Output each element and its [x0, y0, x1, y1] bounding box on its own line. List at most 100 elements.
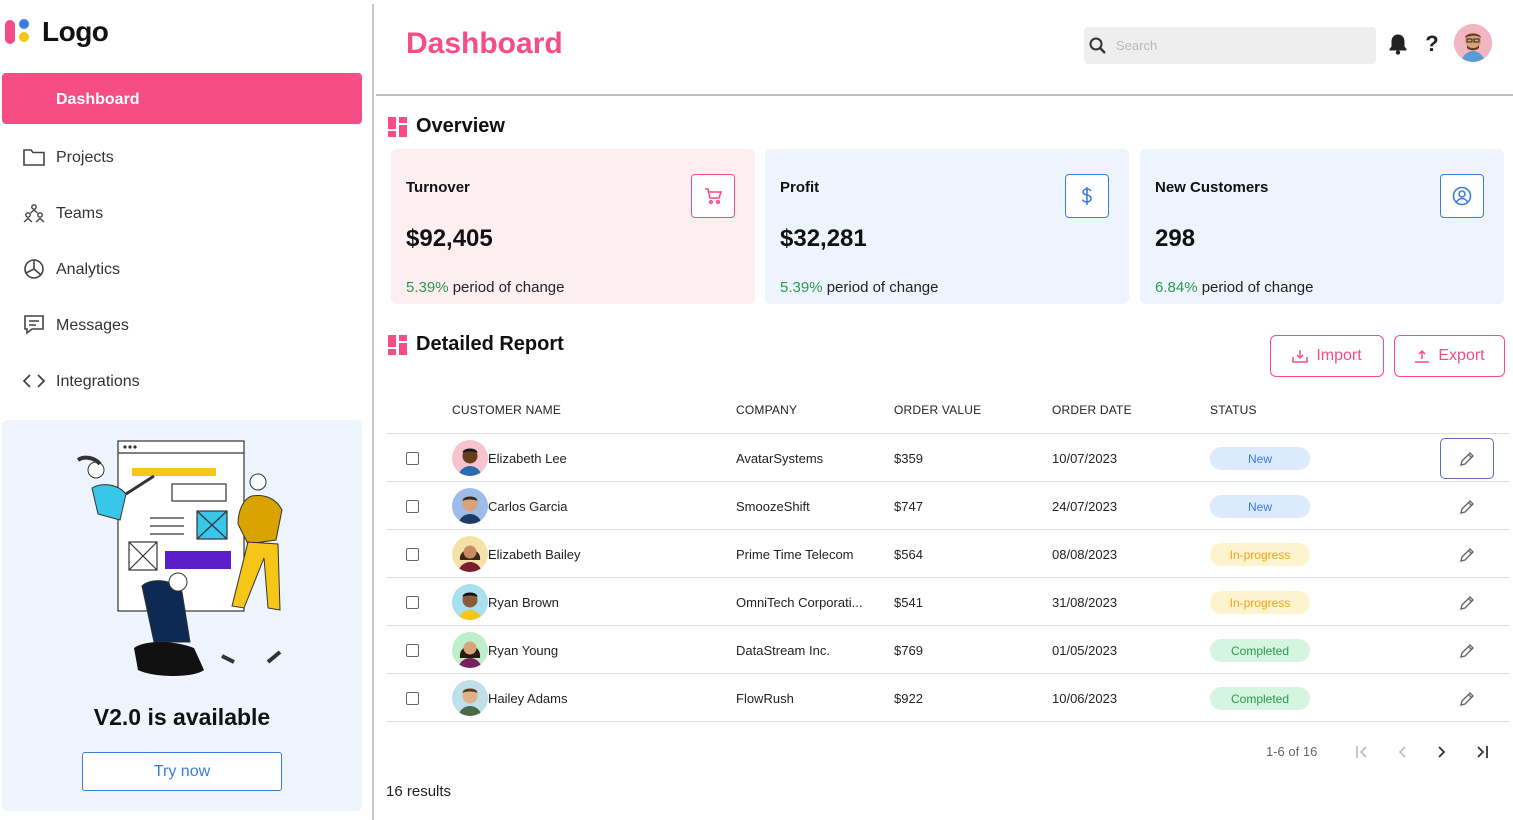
dashboard-grid-icon: [388, 116, 407, 137]
customer-name: Ryan Young: [488, 643, 559, 658]
previous-page-icon[interactable]: [1392, 742, 1412, 762]
search-icon: [1088, 36, 1108, 56]
order-value: $922: [894, 691, 923, 706]
card-value: $92,405: [406, 225, 493, 252]
company: Prime Time Telecom: [736, 547, 854, 562]
last-page-icon[interactable]: [1472, 742, 1492, 762]
customer-name: Carlos Garcia: [488, 499, 568, 514]
row-checkbox[interactable]: [406, 452, 419, 465]
edit-icon[interactable]: [1440, 582, 1494, 623]
promo-illustration: [76, 440, 283, 676]
sidebar-item-teams[interactable]: Teams: [2, 185, 362, 241]
logo-mark-icon: [4, 16, 36, 48]
export-icon: [1415, 349, 1430, 363]
search-input[interactable]: [1116, 38, 1366, 53]
report-table: CUSTOMER NAME COMPANY ORDER VALUE ORDER …: [386, 386, 1510, 722]
card-value: $32,281: [780, 225, 867, 252]
first-page-icon[interactable]: [1352, 742, 1372, 762]
row-checkbox[interactable]: [406, 692, 419, 705]
pie-chart-icon: [22, 257, 46, 281]
overview-title: Overview: [416, 115, 505, 137]
page-title: Dashboard: [406, 27, 563, 60]
row-checkbox[interactable]: [406, 596, 419, 609]
user-avatar[interactable]: [1454, 24, 1492, 62]
change-label: period of change: [822, 279, 939, 296]
sidebar-item-analytics[interactable]: Analytics: [2, 241, 362, 297]
status-badge: In-progress: [1210, 591, 1310, 614]
customer-avatar: [452, 632, 488, 668]
teams-icon: [22, 201, 46, 225]
detailed-report-heading: Detailed Report: [388, 333, 564, 356]
customer-avatar: [452, 680, 488, 716]
row-checkbox[interactable]: [406, 548, 419, 561]
user-circle-icon[interactable]: [1440, 174, 1484, 218]
bell-icon[interactable]: [1386, 31, 1410, 57]
order-value: $769: [894, 643, 923, 658]
order-date: 24/07/2023: [1052, 499, 1118, 514]
import-icon: [1292, 350, 1309, 363]
sidebar-item-label: Analytics: [56, 261, 121, 278]
edit-icon[interactable]: [1440, 486, 1494, 527]
change-label: period of change: [448, 279, 565, 296]
customer-avatar: [452, 536, 488, 572]
sidebar-item-label: Messages: [56, 317, 129, 334]
pagination-range: 1-6 of 16: [1266, 744, 1318, 759]
sidebar-item-projects[interactable]: Projects: [2, 129, 362, 185]
edit-icon[interactable]: [1440, 678, 1494, 719]
import-button[interactable]: Import: [1270, 335, 1384, 377]
sidebar-item-dashboard[interactable]: Dashboard: [2, 73, 362, 124]
help-icon[interactable]: ?: [1420, 31, 1444, 57]
company: OmniTech Corporati...: [736, 595, 863, 610]
order-date: 01/05/2023: [1052, 643, 1118, 658]
company: SmoozeShift: [736, 499, 810, 514]
table-row: Ryan Young DataStream Inc. $769 01/05/20…: [386, 626, 1510, 674]
order-value: $359: [894, 451, 923, 466]
column-header[interactable]: STATUS: [1210, 403, 1257, 417]
next-page-icon[interactable]: [1432, 742, 1452, 762]
search-bar[interactable]: [1084, 27, 1376, 64]
logo-text: Logo: [42, 16, 109, 47]
status-badge: Completed: [1210, 639, 1310, 662]
card-title: Profit: [780, 179, 820, 196]
promo-title: V2.0 is available: [93, 704, 271, 730]
column-header[interactable]: CUSTOMER NAME: [452, 403, 561, 417]
edit-icon[interactable]: [1440, 630, 1494, 671]
table-row: Ryan Brown OmniTech Corporati... $541 31…: [386, 578, 1510, 626]
column-header[interactable]: ORDER DATE: [1052, 403, 1132, 417]
status-badge: In-progress: [1210, 543, 1310, 566]
try-now-button[interactable]: Try now: [82, 752, 282, 791]
order-value: $541: [894, 595, 923, 610]
dashboard-grid-icon: [388, 334, 407, 355]
row-checkbox[interactable]: [406, 500, 419, 513]
table-row: Carlos Garcia SmoozeShift $747 24/07/202…: [386, 482, 1510, 530]
sidebar-item-messages[interactable]: Messages: [2, 297, 362, 353]
sidebar-item-integrations[interactable]: Integrations: [2, 353, 362, 409]
customer-name: Hailey Adams: [488, 691, 568, 706]
message-icon: [22, 313, 46, 337]
table-row: Elizabeth Lee AvatarSystems $359 10/07/2…: [386, 434, 1510, 482]
edit-icon[interactable]: [1440, 534, 1494, 575]
change-percent: 6.84%: [1155, 279, 1198, 296]
card-title: Turnover: [406, 179, 470, 196]
order-value: $747: [894, 499, 923, 514]
column-header[interactable]: COMPANY: [736, 403, 797, 417]
sidebar: Logo Dashboard Projects Teams Analytics …: [0, 0, 372, 820]
import-label: Import: [1316, 347, 1362, 364]
sidebar-item-label: Projects: [56, 149, 114, 166]
table-row: Elizabeth Bailey Prime Time Telecom $564…: [386, 530, 1510, 578]
cart-icon[interactable]: [691, 174, 735, 218]
row-checkbox[interactable]: [406, 644, 419, 657]
status-badge: Completed: [1210, 687, 1310, 710]
new-customers-card: New Customers 298 6.84% period of change: [1140, 149, 1504, 304]
edit-icon[interactable]: [1440, 438, 1494, 479]
dollar-icon[interactable]: [1065, 174, 1109, 218]
company: DataStream Inc.: [736, 643, 830, 658]
table-row: Hailey Adams FlowRush $922 10/06/2023 Co…: [386, 674, 1510, 722]
column-header[interactable]: ORDER VALUE: [894, 403, 981, 417]
customer-name: Elizabeth Lee: [488, 451, 567, 466]
logo[interactable]: Logo: [4, 16, 109, 48]
export-button[interactable]: Export: [1394, 335, 1505, 377]
change-percent: 5.39%: [780, 279, 823, 296]
card-title: New Customers: [1155, 179, 1269, 196]
detailed-report-title: Detailed Report: [416, 333, 564, 355]
